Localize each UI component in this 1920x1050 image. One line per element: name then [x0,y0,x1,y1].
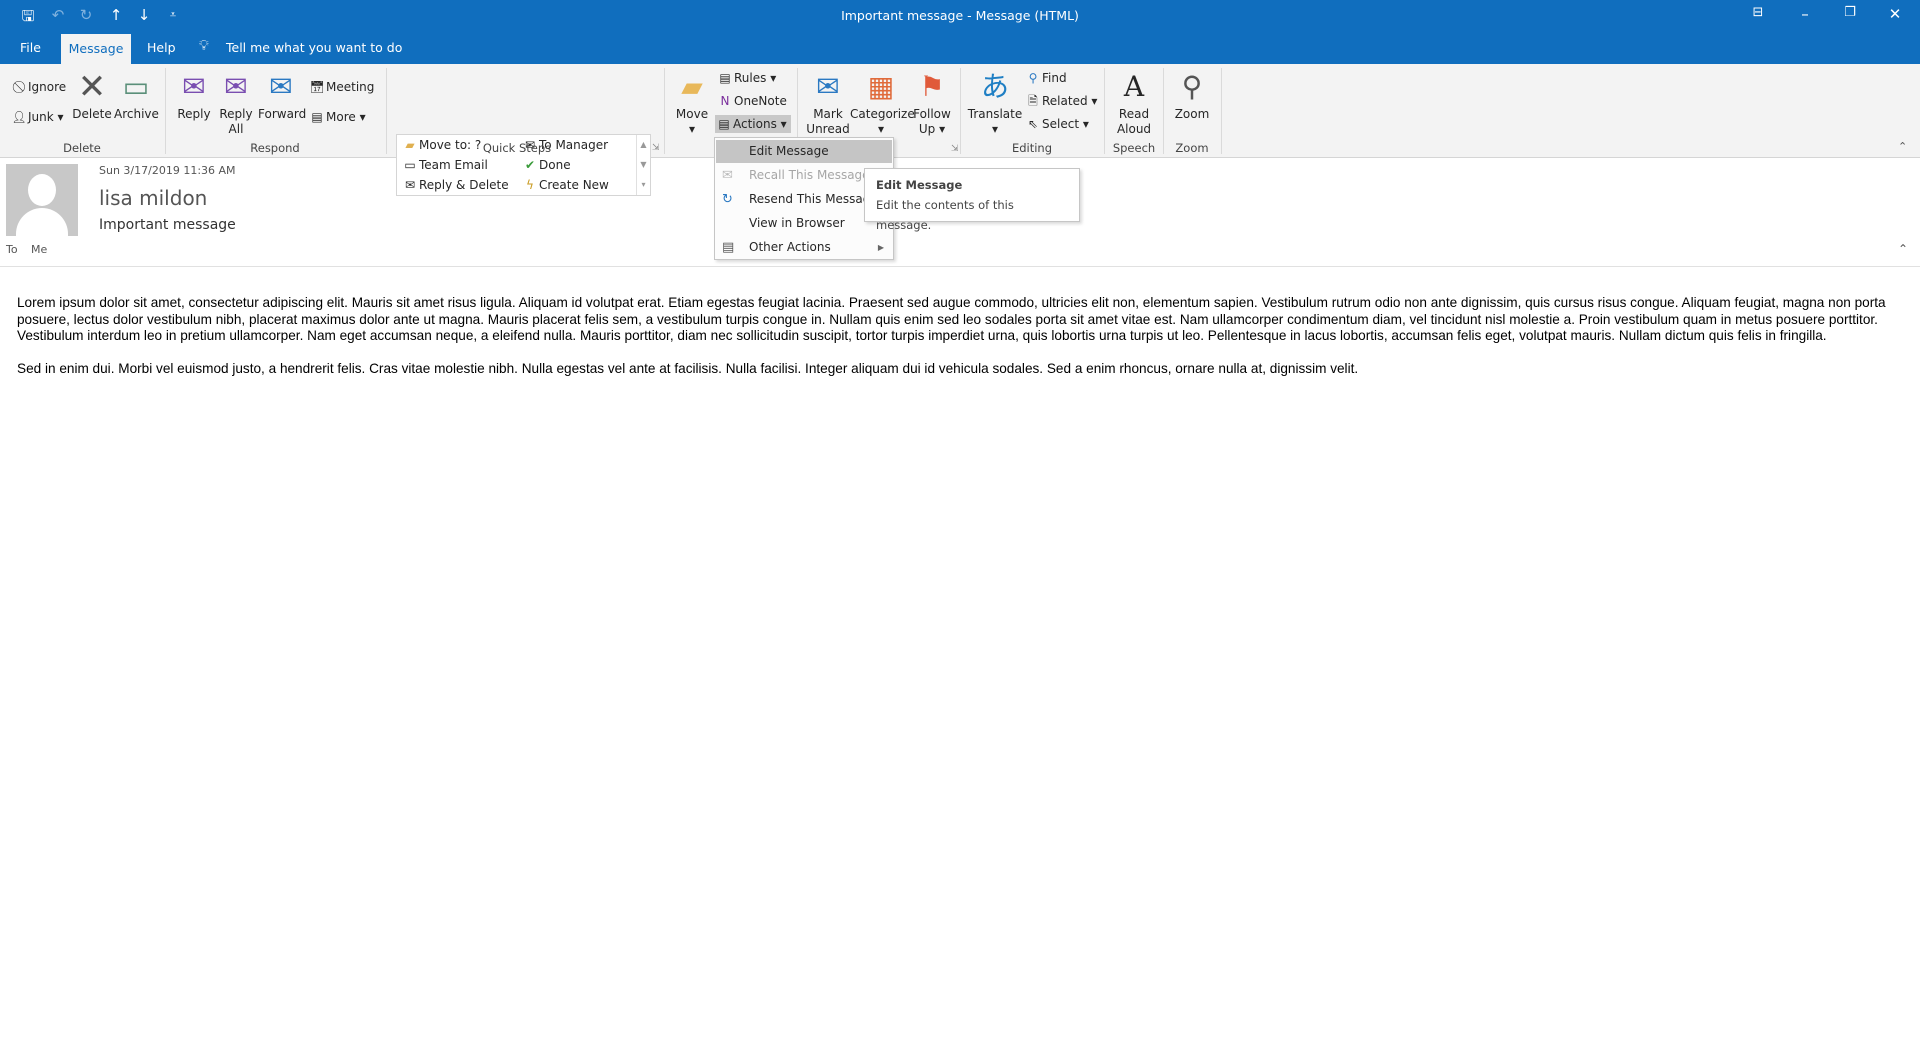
delete-button[interactable]: ✕ Delete [72,70,112,122]
group-label-respond: Respond [250,141,300,155]
follow-up-button[interactable]: ⚑ Follow Up ▾ [910,70,954,137]
archive-icon: ▭ [122,70,150,103]
tab-message[interactable]: Message [61,34,131,64]
check-icon: ✔ [524,158,536,172]
archive-button[interactable]: ▭ Archive [114,70,159,122]
body-paragraph: Sed in enim dui. Morbi vel euismod justo… [17,360,1359,376]
recall-icon: ✉︎ [722,168,733,183]
ribbon: 🚫︎Ignore 👤︎Junk ▾ ✕ Delete ▭ Archive Delet… [0,64,1920,196]
rules-button[interactable]: ▤ Rules ▾ [716,69,776,87]
avatar [6,164,78,236]
actions-icon: ▤ [718,117,730,131]
recipient[interactable]: Me [31,243,47,256]
gallery-scroll[interactable]: ▲ ▼ ▾ [636,135,650,195]
select-button[interactable]: ⇖ Select ▾ [1024,115,1089,133]
onenote-icon: N [720,94,730,108]
zoom-button[interactable]: ⚲ Zoom [1170,70,1214,122]
quick-step-create-new[interactable]: ϟ Create New [521,176,609,194]
read-aloud-icon: A [1123,70,1145,103]
actions-button[interactable]: ▤ Actions ▾ [715,115,791,133]
reply-button[interactable]: ✉︎ Reply [176,70,212,122]
more-button[interactable]: ▤ More ▾ [308,108,365,126]
resend-icon: ↻ [722,192,733,207]
dialog-launcher-icon[interactable]: ⇲ [652,143,660,153]
body-paragraph: Lorem ipsum dolor sit amet, consectetur … [17,295,1886,344]
lightning-icon: ϟ [526,178,534,192]
group-label-quick-steps: Quick Steps [482,141,552,155]
forward-button[interactable]: ✉︎ Forward [258,70,306,122]
group-label-speech: Speech [1112,141,1156,155]
group-label-delete: Delete [63,141,101,155]
rules-icon: ▤ [719,71,731,85]
title-bar: 🖫 ↶ ↻ ↑ ↓ ⩡ Important message - Message … [0,0,1920,64]
email-icon: ▭ [404,158,416,172]
tab-file[interactable]: File [20,40,41,55]
to-label: To [6,243,18,256]
other-actions-icon: ▤ [722,240,735,255]
collapse-ribbon-icon[interactable]: ⌃ [1898,140,1907,153]
junk-icon: 👤︎ [11,110,27,124]
restore-icon[interactable]: ❐ [1835,5,1865,20]
move-folder-icon: ▰ [681,70,703,103]
translate-icon: あ [980,70,1009,103]
meeting-icon: 📅︎ [309,80,325,94]
reply-all-button[interactable]: ✉︎ Reply All [218,70,254,137]
group-label-editing: Editing [1011,141,1053,155]
tags-dialog-launcher-icon[interactable]: ⇲ [951,144,959,154]
header-divider [0,266,1920,267]
ignore-icon: 🚫︎ [11,80,27,94]
menu-item-edit-message[interactable]: Edit Message [716,140,892,163]
lightbulb-icon: 💡︎ [199,38,209,54]
reply-all-icon: ✉︎ [224,70,248,103]
junk-button[interactable]: 👤︎Junk ▾ [10,108,63,126]
related-icon: 🗎︎ [1028,94,1038,108]
find-icon: ⚲ [1028,71,1038,85]
ignore-button[interactable]: 🚫︎Ignore [10,78,66,96]
tooltip-text: Edit the contents of this message. [876,198,1014,232]
ribbon-display-icon[interactable]: ⊟ [1743,5,1773,20]
move-button[interactable]: ▰ Move ▾ [672,70,712,137]
categorize-button[interactable]: ▦ Categorize ▾ [850,70,915,137]
group-label-zoom: Zoom [1175,141,1209,155]
find-button[interactable]: ⚲ Find [1024,69,1067,87]
meeting-button[interactable]: 📅︎Meeting [308,78,374,96]
tooltip-title: Edit Message [876,178,963,192]
translate-button[interactable]: あ Translate ▾ [967,70,1023,137]
message-subject: Important message [99,217,236,233]
reply-delete-icon: ✉︎ [404,178,416,192]
tab-help[interactable]: Help [147,40,176,55]
folder-icon: ▰ [405,138,415,152]
mark-unread-icon: ✉︎ [816,70,840,103]
window-title: Important message - Message (HTML) [841,8,1079,23]
sender-name[interactable]: lisa mildon [99,186,207,210]
minimize-icon[interactable]: – [1790,5,1820,23]
close-icon[interactable]: ✕ [1880,5,1910,23]
quick-step-team-email[interactable]: ▭ Team Email [401,156,488,174]
quick-step-reply-delete[interactable]: ✉︎ Reply & Delete [401,176,509,194]
delete-x-icon: ✕ [77,67,107,107]
related-button[interactable]: 🗎︎ Related ▾ [1024,92,1097,110]
read-aloud-button[interactable]: A Read Aloud [1110,70,1158,137]
menu-item-other-actions[interactable]: ▤ Other Actions ▶ [716,236,892,259]
quick-step-move-to[interactable]: ▰ Move to: ? [401,136,481,154]
more-icon: ▤ [311,110,323,124]
tooltip: Edit Message Edit the contents of this m… [864,168,1080,232]
magnifier-icon: ⚲ [1181,70,1203,103]
quick-step-done[interactable]: ✔ Done [521,156,571,174]
reply-icon: ✉︎ [182,70,206,103]
categorize-icon: ▦ [867,70,895,103]
onenote-button[interactable]: N OneNote [716,92,787,110]
mark-unread-button[interactable]: ✉︎ Mark Unread [804,70,852,137]
message-body: Lorem ipsum dolor sit amet, consectetur … [17,295,1887,393]
submenu-arrow-icon: ▶ [877,243,884,252]
tell-me-search[interactable]: Tell me what you want to do [226,40,402,55]
collapse-header-icon[interactable]: ⌃ [1898,242,1908,256]
select-cursor-icon: ⇖ [1027,117,1039,131]
forward-icon: ✉︎ [269,70,293,103]
flag-icon: ⚑ [919,70,945,103]
message-date: Sun 3/17/2019 11:36 AM [99,164,236,177]
